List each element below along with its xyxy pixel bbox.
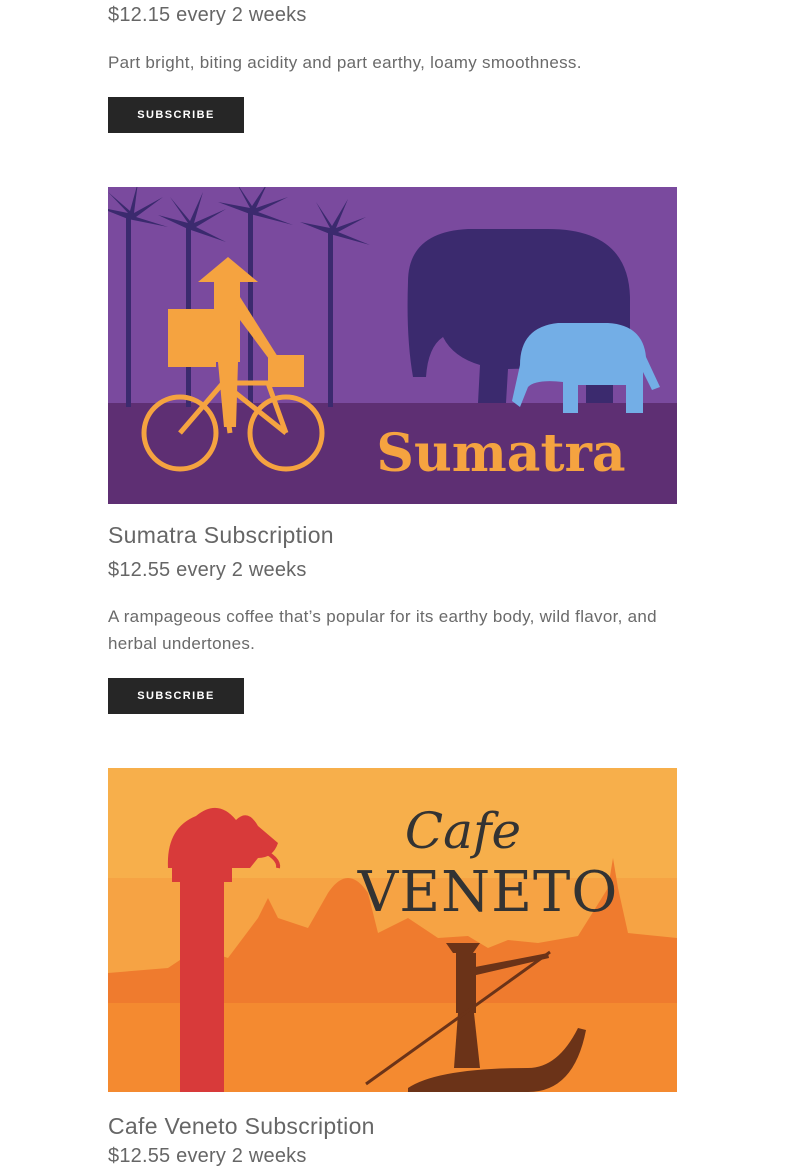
subscribe-button[interactable]: SUBSCRIBE: [108, 678, 244, 714]
sumatra-product-image[interactable]: Sumatra: [108, 187, 677, 504]
product-price: $12.55 every 2 weeks: [108, 559, 307, 581]
product-title[interactable]: Cafe Veneto Subscription: [108, 1113, 375, 1140]
sumatra-label: Sumatra: [376, 423, 625, 484]
veneto-label: VENETO: [357, 860, 618, 925]
product-description: A rampageous coffee that’s popular for i…: [108, 607, 657, 653]
cafe-veneto-product-image[interactable]: Cafe VENETO: [108, 768, 677, 1092]
cafe-script-label: Cafe: [405, 802, 521, 860]
product-title[interactable]: Sumatra Subscription: [108, 522, 334, 549]
product-description: Part bright, biting acidity and part ear…: [108, 53, 582, 72]
product-price: $12.15 every 2 weeks: [108, 4, 307, 26]
product-price: $12.55 every 2 weeks: [108, 1145, 307, 1167]
subscribe-button[interactable]: SUBSCRIBE: [108, 97, 244, 133]
